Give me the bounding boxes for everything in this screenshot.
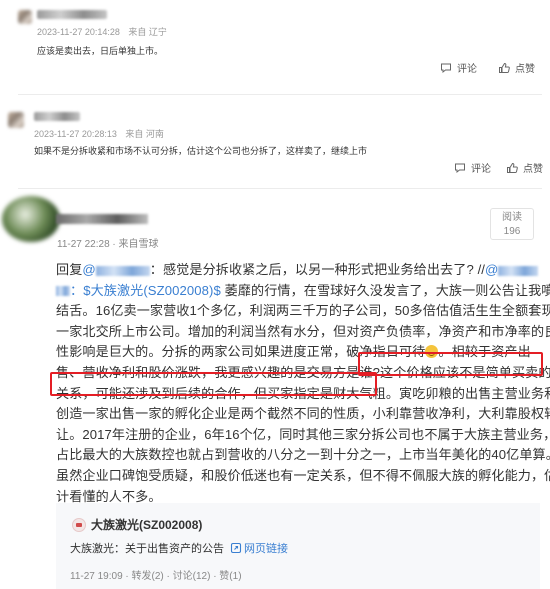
timestamp: 2023-11-27 20:14:28 <box>37 27 120 37</box>
username-redacted[interactable] <box>37 10 107 19</box>
web-link[interactable]: 网页链接 <box>230 540 288 556</box>
card-title[interactable]: 大族激光(SZ002008) <box>91 516 202 533</box>
comment-text: 应该是卖出去，日后单独上市。 <box>37 46 164 56</box>
announcement-text: 大族激光：关于出售资产的公告 <box>70 543 224 555</box>
comment-icon <box>455 163 465 173</box>
link-icon <box>230 542 242 554</box>
mention-link[interactable]: @ <box>82 262 150 277</box>
body-line: 关系，可能还涉及到后续的合作，但买家指定是财大气粗。寅吃卯粮的出售主营业务和 <box>56 385 550 401</box>
grin-emoji-icon <box>425 345 439 359</box>
thumbs-up-icon <box>499 62 510 73</box>
announcement-line: 大族激光：关于出售资产的公告 网页链接 <box>70 540 288 556</box>
mention-link[interactable]: @ <box>485 262 539 277</box>
source: 来自 河南 <box>125 129 164 139</box>
author-avatar[interactable] <box>2 196 60 242</box>
stock-link[interactable]: ：$大族激光(SZ002008)$ <box>56 283 221 298</box>
read-count: 196 <box>503 226 521 237</box>
body-line: 回复@ ：感觉是分拆收紧之后，以另一种形式把业务给出去了? //@ <box>56 260 540 281</box>
reply-button[interactable]: 评论 <box>440 60 477 75</box>
body-line: 虽然企业口碑饱受质疑，和股价低迷也有一定关系，但不得不佩服大族的孵化能力，估 <box>56 467 550 483</box>
body-line: 售、营收净利和股价涨跌，我更感兴趣的是交易方是谁?这个价格应该不是简单买卖的 <box>56 364 550 380</box>
body-line: 创造一家出售一家的孵化企业是两个截然不同的性质，小利靠营收净利，大利靠股权转 <box>56 406 550 422</box>
body-line: 结舌。16亿卖一家营收1个多亿，利润两三千万的子公司，50多倍估值活生生全额套现… <box>56 303 550 319</box>
comment-text: 如果不是分拆收紧和市场不认可分拆，估计这个公司也分拆了，这样卖了，继续上市 <box>34 146 368 156</box>
avatar[interactable] <box>18 10 32 24</box>
like-button[interactable]: 点赞 <box>498 60 535 75</box>
username-redacted[interactable] <box>34 112 80 121</box>
body-line: 让。2017年注册的企业，6年16个亿，同时其他三家分拆公司也不属于大族主营业务… <box>56 426 550 442</box>
source: 来自 辽宁 <box>128 27 167 37</box>
like-button[interactable]: 点赞 <box>506 160 543 175</box>
post-meta: 11-27 22:28 · 来自雪球 <box>57 239 159 250</box>
comment-icon <box>441 63 451 73</box>
comment-meta: 2023-11-27 20:14:28 来自 辽宁 <box>37 25 167 38</box>
post-body: 回复@ ：感觉是分拆收紧之后，以另一种形式把业务给出去了? //@ ：$大族激光(… <box>56 260 550 507</box>
avatar[interactable] <box>8 112 24 128</box>
body-line: 占比最大的大族数控也就占到营收的八分之一到十分之一，上市当年美化的40亿单算。 <box>56 447 550 463</box>
comment-meta: 2023-11-27 20:28:13 来自 河南 <box>34 127 164 140</box>
timestamp: 2023-11-27 20:28:13 <box>34 129 117 139</box>
body-line: 一家北交所上市公司。增加的利润当然有水分，但对资产负债率，净资产和市净率的良 <box>56 323 550 339</box>
author-name-redacted[interactable] <box>56 214 148 224</box>
thumbs-up-icon <box>507 162 518 173</box>
divider <box>18 188 542 189</box>
divider <box>18 94 542 95</box>
card-footer-stats: 11-27 19:09 · 转发(2) · 讨论(12) · 赞(1) <box>70 571 242 582</box>
reply-button[interactable]: 评论 <box>454 160 491 175</box>
read-label: 阅读 <box>502 212 522 223</box>
body-line: ：$大族激光(SZ002008)$ 萎靡的行情，在雪球好久没发言了，大族一则公告… <box>56 281 550 302</box>
body-line: 性影响是巨大的。分拆的两家公司如果进度正常，破净指日可待 。相较于资产出 <box>56 344 531 360</box>
read-count-badge: 阅读 196 <box>490 208 534 240</box>
stock-logo-icon <box>72 518 86 532</box>
quoted-post-card[interactable]: 大族激光(SZ002008) 大族激光：关于出售资产的公告 网页链接 11-27… <box>56 503 540 589</box>
